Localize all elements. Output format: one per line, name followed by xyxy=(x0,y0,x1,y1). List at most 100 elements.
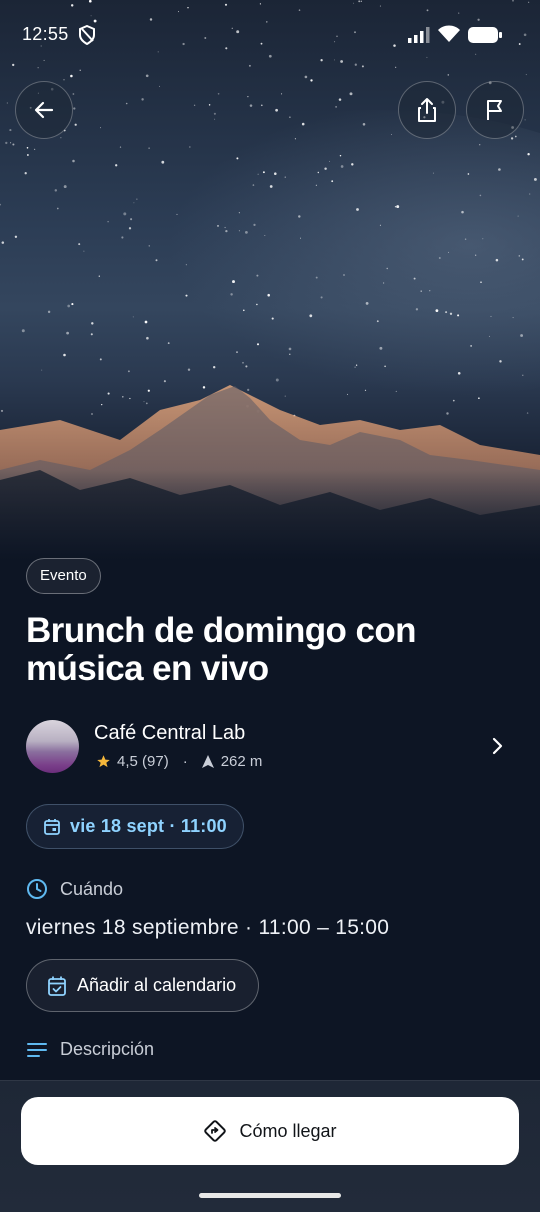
star-dot xyxy=(107,392,110,395)
star-dot xyxy=(247,388,250,392)
star-dot xyxy=(256,343,260,346)
star-dot xyxy=(275,108,278,112)
star-dot xyxy=(320,296,323,299)
star-dot xyxy=(121,236,124,239)
star-dot xyxy=(467,173,470,175)
star-dot xyxy=(242,361,244,364)
star-dot xyxy=(245,365,248,368)
star-dot xyxy=(448,251,450,253)
star-dot xyxy=(99,358,102,361)
star-dot xyxy=(26,147,29,149)
share-icon xyxy=(418,98,436,122)
star-dot xyxy=(9,129,12,132)
event-type-label: Evento xyxy=(40,567,87,584)
star-dot xyxy=(91,322,94,325)
star-dot xyxy=(415,308,419,311)
date-chip[interactable]: vie 18 sept · 11:00 xyxy=(26,804,244,849)
star-dot xyxy=(395,390,397,392)
star-dot xyxy=(238,212,240,214)
star-dot xyxy=(498,168,501,171)
star-dot xyxy=(208,104,211,106)
star-dot xyxy=(189,146,191,148)
star-dot xyxy=(163,380,166,383)
star-dot xyxy=(5,141,8,145)
star-dot xyxy=(115,164,118,167)
star-dot xyxy=(338,98,342,101)
star-dot xyxy=(315,276,318,279)
when-heading-label: Cuándo xyxy=(60,878,124,899)
star-dot xyxy=(317,171,320,174)
report-button[interactable] xyxy=(466,81,524,139)
share-button[interactable] xyxy=(398,81,456,139)
star-dot xyxy=(340,165,344,168)
clock-icon xyxy=(27,879,47,899)
star-dot xyxy=(304,75,308,79)
star-dot xyxy=(253,223,256,227)
star-dot xyxy=(420,290,422,292)
meta-separator: · xyxy=(182,753,188,770)
description-heading: Descripción xyxy=(26,1039,154,1060)
star-dot xyxy=(390,133,392,135)
directions-button[interactable]: Cómo llegar xyxy=(21,1097,519,1165)
venue-row[interactable]: Café Central Lab 4,5 (97) · 262 m xyxy=(26,720,516,774)
star-dot xyxy=(56,207,59,210)
star-dot xyxy=(130,218,133,221)
star-dot xyxy=(301,122,305,126)
star-dot xyxy=(309,314,313,318)
star-dot xyxy=(243,309,245,312)
star-dot xyxy=(376,320,379,323)
star-dot xyxy=(470,345,472,347)
star-dot xyxy=(98,275,100,277)
star-dot xyxy=(41,369,43,371)
star-dot xyxy=(256,303,258,306)
star-dot xyxy=(364,389,367,391)
star-dot xyxy=(72,159,75,163)
star-dot xyxy=(452,399,455,402)
star-dot xyxy=(146,336,149,340)
home-indicator[interactable] xyxy=(199,1193,341,1198)
star-dot xyxy=(289,353,291,355)
star-dot xyxy=(446,412,449,415)
star-dot xyxy=(236,157,239,160)
shield-icon xyxy=(78,24,96,50)
star-dot xyxy=(298,215,301,218)
star-dot xyxy=(343,274,345,276)
star-dot xyxy=(449,312,453,315)
star-dot xyxy=(119,146,122,148)
star-dot xyxy=(213,112,216,115)
when-text: viernes 18 septiembre · 11:00 – 15:00 xyxy=(26,916,390,939)
star-dot xyxy=(136,198,138,200)
star-dot xyxy=(127,370,130,373)
star-dot xyxy=(213,366,216,369)
star-dot xyxy=(14,235,18,238)
star-dot xyxy=(351,163,354,166)
star-dot xyxy=(445,311,448,314)
back-button[interactable] xyxy=(15,81,73,139)
star-dot xyxy=(284,395,286,397)
lines-icon xyxy=(27,1042,47,1057)
star-dot xyxy=(193,104,196,106)
star-dot xyxy=(217,92,220,95)
star-dot xyxy=(26,154,29,156)
star-dot xyxy=(355,364,358,366)
star-dot xyxy=(54,189,58,192)
star-dot xyxy=(310,79,313,82)
star-dot xyxy=(132,316,134,318)
star-dot xyxy=(1,241,5,244)
star-dot xyxy=(260,104,263,107)
star-dot xyxy=(475,254,477,256)
star-dot xyxy=(141,98,144,101)
status-bar: 12:55 xyxy=(0,0,540,70)
star-dot xyxy=(100,127,102,129)
star-dot xyxy=(129,397,131,400)
star-dot xyxy=(289,116,291,118)
star-dot xyxy=(529,193,531,195)
star-dot xyxy=(379,224,381,226)
star-dot xyxy=(510,137,514,140)
star-dot xyxy=(217,225,219,227)
star-dot xyxy=(33,148,36,151)
star-dot xyxy=(347,393,348,395)
add-to-calendar-button[interactable]: Añadir al calendario xyxy=(26,959,260,1012)
star-dot xyxy=(521,258,524,261)
star-dot xyxy=(12,143,15,146)
